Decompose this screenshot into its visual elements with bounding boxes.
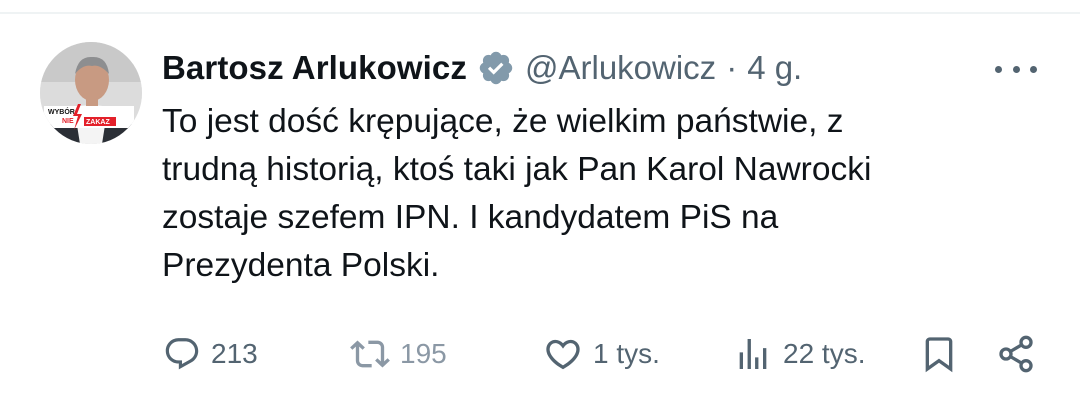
- tweet-timestamp[interactable]: 4 g.: [747, 49, 802, 87]
- reply-icon: [165, 338, 199, 370]
- tweet-text-line: zostaje szefem IPN. I kandydatem PiS na: [162, 199, 779, 236]
- author-name[interactable]: Bartosz Arlukowicz: [162, 49, 467, 87]
- reply-count: 213: [211, 338, 258, 369]
- bookmark-icon: [925, 337, 953, 373]
- separator-dot: ·: [726, 49, 738, 86]
- more-dot: [995, 65, 1002, 73]
- action-bar: 213 195 1 tys. 22 tys.: [0, 326, 1080, 382]
- author-handle[interactable]: @Arlukowicz: [525, 49, 716, 87]
- tweet-text: To jest dość krępujące, że wielkim państ…: [162, 98, 1022, 290]
- bookmark-button[interactable]: [919, 326, 959, 382]
- views-chart-icon: [739, 339, 767, 369]
- share-button[interactable]: [996, 326, 1036, 382]
- more-horizontal-icon[interactable]: [995, 56, 1037, 82]
- avatar-badge-line2a: NIE: [62, 118, 74, 125]
- share-icon: [999, 335, 1033, 373]
- avatar-badge-line2b: ZAKAZ: [86, 119, 110, 126]
- avatar-badge-line1: WYBÓR: [48, 107, 75, 116]
- like-count: 1 tys.: [593, 338, 660, 369]
- more-dot: [1030, 65, 1037, 73]
- more-dot: [1012, 65, 1020, 73]
- like-button[interactable]: 1 tys.: [543, 326, 660, 382]
- verified-badge-icon[interactable]: [477, 49, 515, 87]
- repost-icon: [350, 340, 390, 368]
- tweet-text-line: trudną historią, ktoś taki jak Pan Karol…: [162, 151, 872, 188]
- tweet-text-line: To jest dość krępujące, że wielkim państ…: [162, 103, 844, 140]
- tweet-text-line: Prezydenta Polski.: [162, 247, 440, 284]
- heart-icon: [546, 339, 580, 370]
- reply-button[interactable]: 213: [163, 326, 258, 382]
- top-divider: [0, 12, 1080, 14]
- tweet-header: Bartosz Arlukowicz @Arlukowicz · 4 g.: [162, 46, 802, 90]
- views-button[interactable]: 22 tys.: [733, 326, 865, 382]
- views-count: 22 tys.: [783, 338, 866, 369]
- repost-count: 195: [400, 338, 447, 369]
- repost-button[interactable]: 195: [350, 326, 447, 382]
- avatar[interactable]: WYBÓR NIE ZAKAZ: [40, 42, 142, 144]
